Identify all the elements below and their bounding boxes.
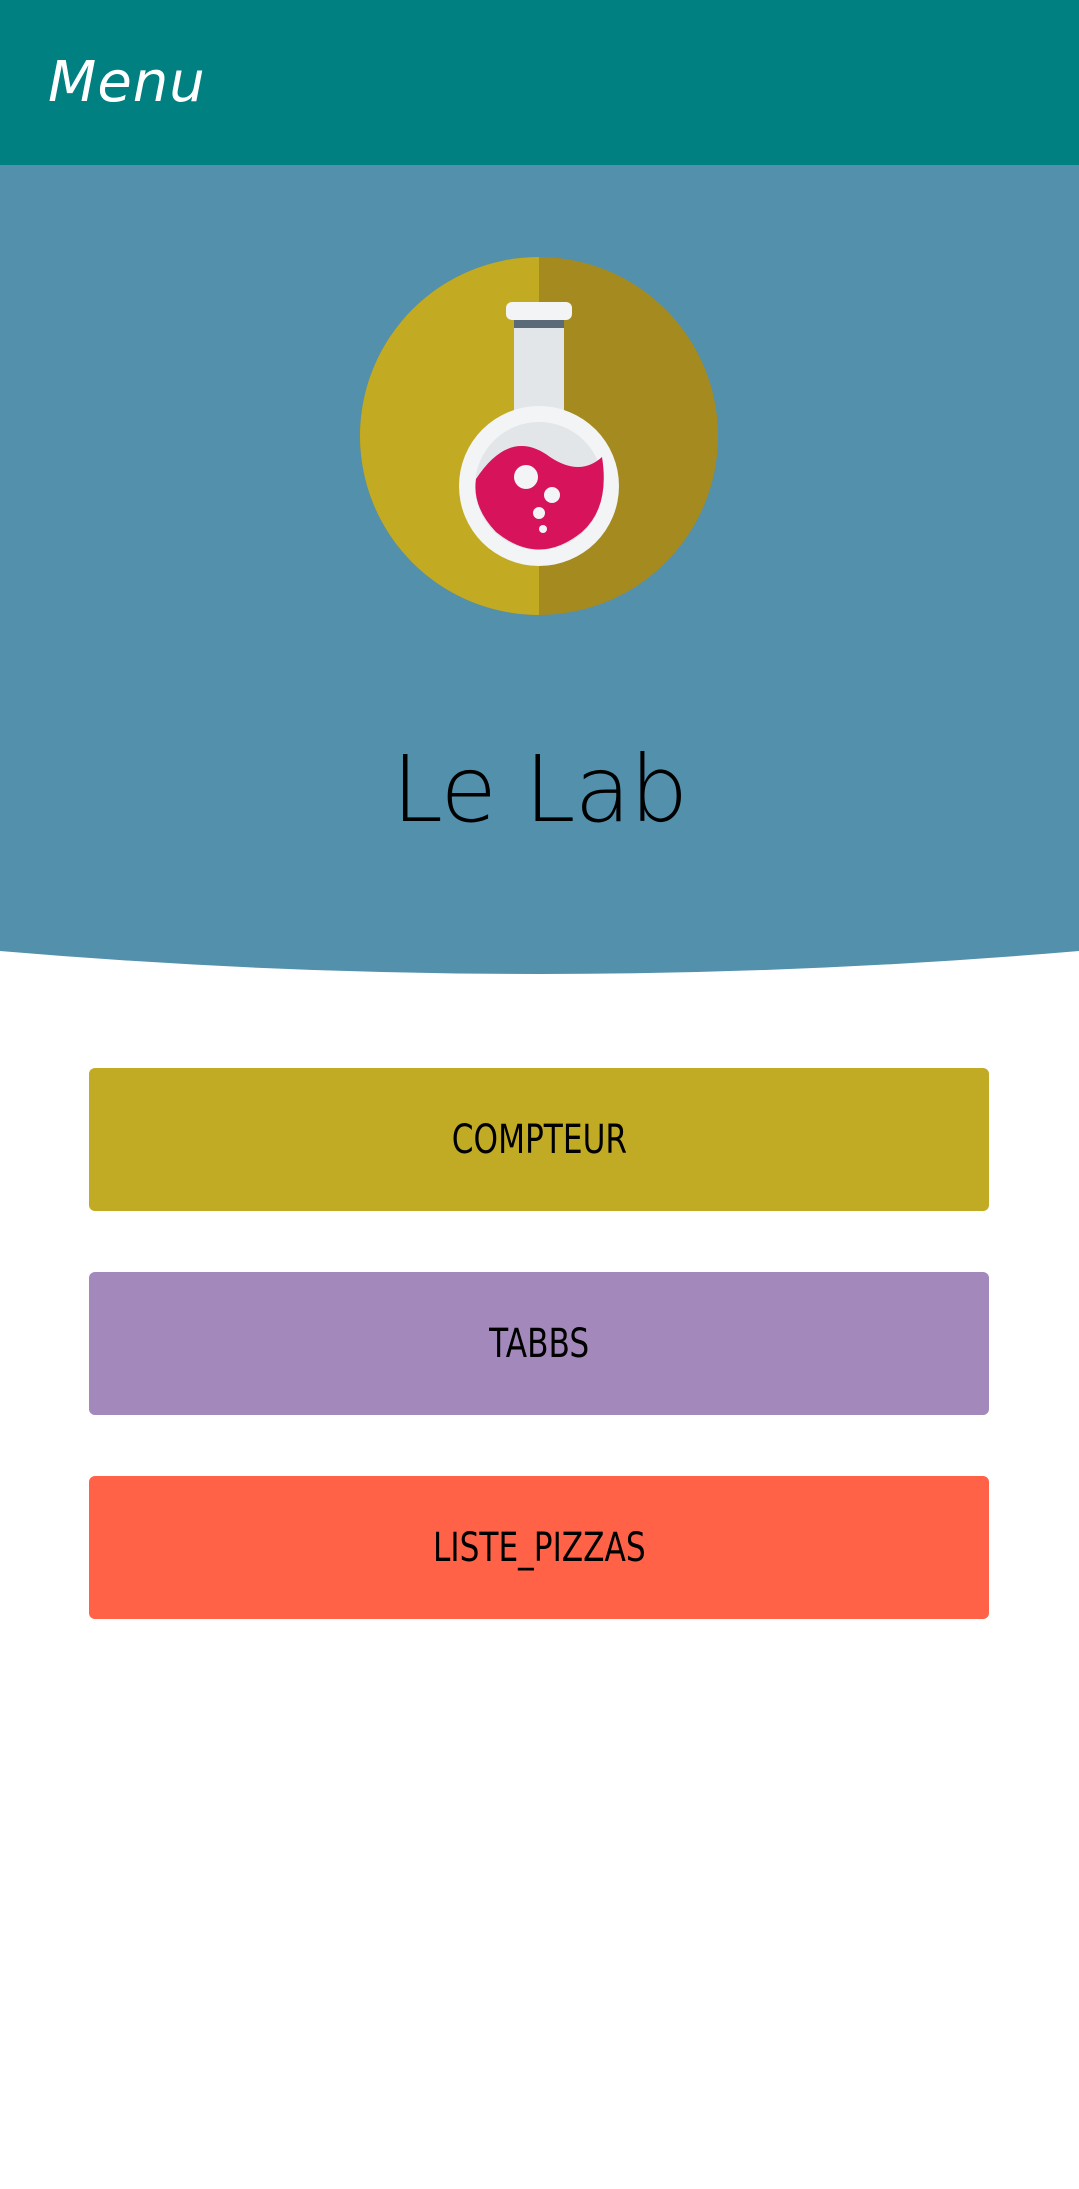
compteur-button[interactable]: COMPTEUR bbox=[89, 1068, 989, 1211]
tabbs-button[interactable]: TABBS bbox=[89, 1272, 989, 1415]
compteur-button-label: COMPTEUR bbox=[451, 1116, 627, 1163]
liste-pizzas-button[interactable]: LISTE_PIZZAS bbox=[89, 1476, 989, 1619]
app-bar: Menu bbox=[0, 0, 1079, 165]
app-bar-title: Menu bbox=[48, 50, 206, 115]
hero-title: Le Lab bbox=[391, 736, 689, 843]
app-screen: Menu Le Lab COMPTEUR TABBS LISTE_PIZZAS bbox=[0, 0, 1079, 2189]
flask-icon bbox=[360, 257, 718, 615]
liste-pizzas-button-label: LISTE_PIZZAS bbox=[432, 1524, 646, 1571]
hero-header: Le Lab bbox=[0, 165, 1079, 977]
tabbs-button-label: TABBS bbox=[488, 1320, 590, 1367]
